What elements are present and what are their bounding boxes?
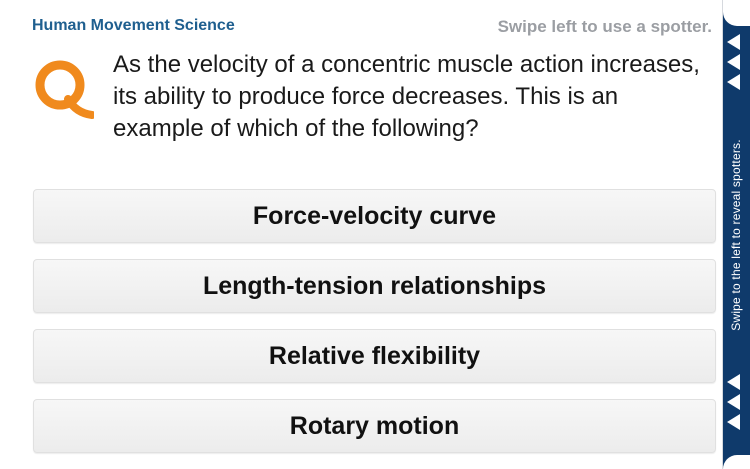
left-arrow-icon [727,414,740,430]
spotter-hint-text: Swipe to the left to reveal spotters. [729,139,743,331]
answer-option-4[interactable]: Rotary motion [33,399,716,453]
left-arrow-icon [727,394,740,410]
side-bottom-cap [723,455,750,469]
answer-label: Rotary motion [289,411,460,440]
arrow-group-top [727,34,740,90]
q-logo-icon [35,60,94,119]
category-label: Human Movement Science [32,17,235,34]
spotter-drawer-handle[interactable]: Swipe to the left to reveal spotters. [723,0,750,469]
question-card: Human Movement Science Swipe left to use… [0,0,723,469]
left-arrow-icon [727,34,740,50]
question-text: As the velocity of a concentric muscle a… [113,51,700,142]
arrow-group-bottom [727,374,740,430]
left-arrow-icon [727,54,740,70]
swipe-hint: Swipe left to use a spotter. [497,17,712,36]
side-top-cap [723,0,750,26]
answer-option-3[interactable]: Relative flexibility [33,329,716,383]
answer-label: Length-tension relationships [202,271,547,300]
answer-label: Relative flexibility [268,341,481,370]
left-arrow-icon [727,74,740,90]
answer-option-1[interactable]: Force-velocity curve [33,189,716,243]
answer-label: Force-velocity curve [252,201,497,230]
answer-option-2[interactable]: Length-tension relationships [33,259,716,313]
left-arrow-icon [727,374,740,390]
